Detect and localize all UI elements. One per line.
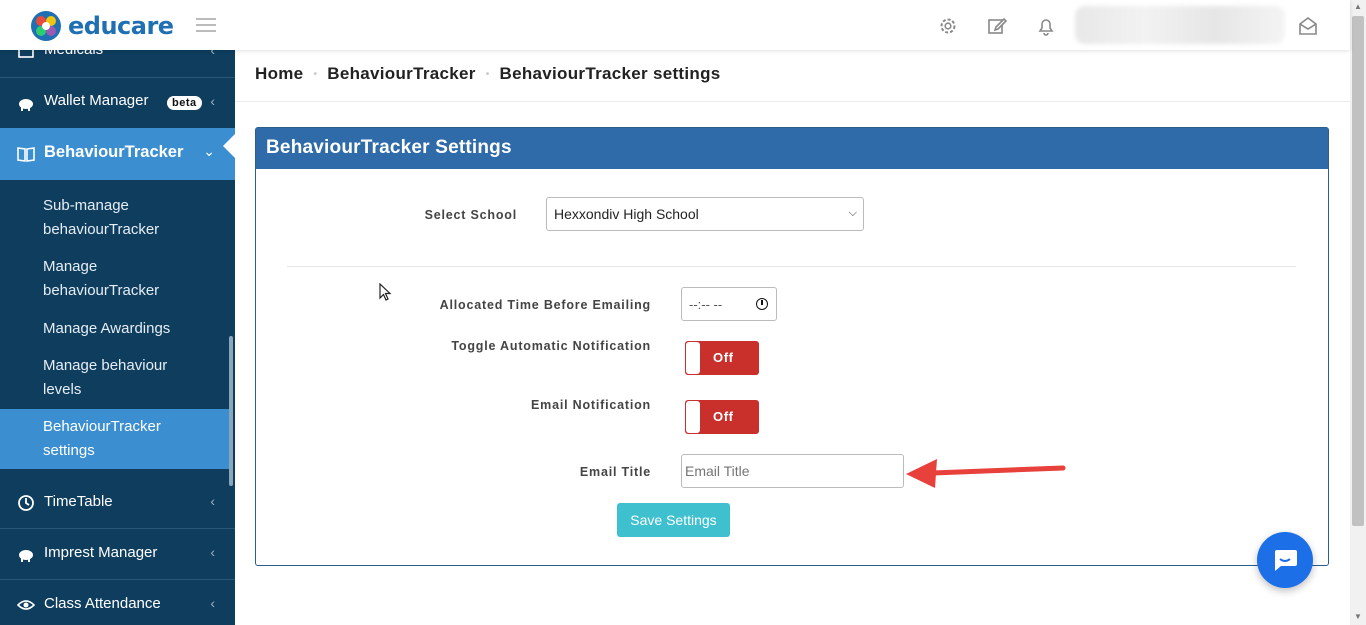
allocated-time-input[interactable]: --:-- -- — [681, 287, 777, 321]
sidebar-item-label: TimeTable — [44, 493, 113, 510]
scroll-down-icon[interactable]: ▼ — [1354, 612, 1362, 621]
chat-bubble-icon — [1275, 550, 1297, 571]
sidebar-item-label: Imprest Manager — [44, 544, 158, 561]
school-select[interactable]: Hexxondiv High School ⌵ — [546, 197, 864, 231]
app-logo[interactable]: educare — [30, 10, 174, 42]
toggle-state: Off — [713, 350, 734, 365]
sidebar-subitem-sub-manage[interactable]: Sub-manage behaviourTracker — [43, 194, 193, 242]
logo-text: educare — [68, 12, 174, 40]
form-divider — [287, 266, 1296, 267]
chevron-left-icon: ‹ — [210, 493, 215, 509]
edit-icon[interactable] — [987, 16, 1007, 36]
sidebar-subitem-manage-levels[interactable]: Manage behaviour levels — [43, 354, 183, 402]
user-profile[interactable] — [1075, 6, 1285, 44]
clock-icon — [18, 495, 34, 511]
breadcrumb-home[interactable]: Home — [255, 64, 303, 84]
chevron-left-icon: ‹ — [210, 595, 215, 611]
auto-notification-toggle[interactable]: Off — [685, 341, 759, 375]
sidebar-subitem-settings[interactable]: BehaviourTracker settings — [43, 415, 183, 463]
breadcrumb-current: BehaviourTracker settings — [499, 64, 721, 83]
gear-icon[interactable] — [938, 16, 958, 36]
chevron-left-icon: ‹ — [210, 544, 215, 560]
sidebar-item-timetable[interactable]: TimeTable ‹ — [0, 478, 235, 528]
auto-notification-label: Toggle Automatic Notification — [451, 339, 651, 353]
scroll-up-icon[interactable]: ▲ — [1354, 2, 1362, 11]
school-select-value: Hexxondiv High School — [554, 206, 699, 222]
select-school-label: Select School — [424, 208, 517, 222]
chevron-down-icon: ⌵ — [848, 207, 857, 219]
sidebar-item-label: BehaviourTracker — [44, 143, 184, 161]
bell-icon[interactable] — [1036, 16, 1056, 36]
allocated-time-label: Allocated Time Before Emailing — [439, 298, 651, 312]
sidebar-item-medicals[interactable]: Medicals ‹ — [0, 50, 235, 62]
chat-button[interactable] — [1257, 532, 1313, 588]
menu-toggle-icon[interactable] — [196, 18, 216, 32]
chevron-left-icon: ‹ — [210, 50, 215, 58]
sidebar-item-label: Class Attendance — [44, 595, 161, 612]
sidebar-item-label: Wallet Manager — [44, 92, 149, 109]
educare-logo-icon — [31, 11, 61, 41]
sidebar: Medicals ‹ Wallet Manager beta ‹ Behavio… — [0, 50, 235, 625]
breadcrumb-separator: • — [313, 68, 318, 80]
beta-badge: beta — [167, 96, 202, 110]
sidebar-item-behaviourtracker[interactable]: BehaviourTracker ⌄ — [0, 128, 235, 180]
toggle-state: Off — [713, 409, 734, 424]
panel-title: BehaviourTracker Settings — [256, 128, 1328, 169]
email-title-input[interactable] — [681, 454, 904, 488]
mouse-cursor-icon — [379, 283, 392, 301]
sidebar-subitem-manage-awardings[interactable]: Manage Awardings — [43, 317, 193, 341]
clock-icon[interactable] — [756, 298, 768, 310]
email-notification-label: Email Notification — [531, 398, 651, 412]
envelope-open-icon[interactable] — [1298, 16, 1318, 36]
sidebar-item-class-attendance[interactable]: Class Attendance ‹ — [0, 580, 235, 625]
piggy-bank-icon — [19, 99, 33, 111]
time-value: --:-- -- — [689, 297, 723, 312]
breadcrumb-behaviourtracker[interactable]: BehaviourTracker — [327, 64, 475, 84]
top-bar: educare — [0, 0, 1350, 50]
save-settings-button[interactable]: Save Settings — [617, 503, 730, 537]
chevron-left-icon: ‹ — [210, 93, 215, 109]
page-scrollbar[interactable]: ▲ ▼ — [1350, 0, 1366, 625]
sidebar-item-wallet-manager[interactable]: Wallet Manager beta ‹ — [0, 78, 235, 128]
eye-icon — [17, 600, 35, 610]
sidebar-scrollbar[interactable] — [229, 336, 233, 486]
medical-icon — [18, 50, 34, 58]
piggy-bank-icon — [19, 550, 33, 562]
book-icon — [17, 147, 35, 162]
breadcrumb-separator: • — [485, 68, 490, 80]
email-notification-toggle[interactable]: Off — [685, 400, 759, 434]
sidebar-item-label: Medicals — [44, 50, 103, 58]
email-title-label: Email Title — [579, 465, 651, 479]
active-pointer — [223, 134, 235, 158]
annotation-arrow — [906, 459, 1066, 488]
sidebar-item-imprest-manager[interactable]: Imprest Manager ‹ — [0, 529, 235, 579]
chevron-down-icon: ⌄ — [203, 143, 215, 159]
breadcrumb: Home • BehaviourTracker • BehaviourTrack… — [255, 64, 721, 84]
sidebar-subitem-manage-behaviourtracker[interactable]: Manage behaviourTracker — [43, 255, 193, 303]
